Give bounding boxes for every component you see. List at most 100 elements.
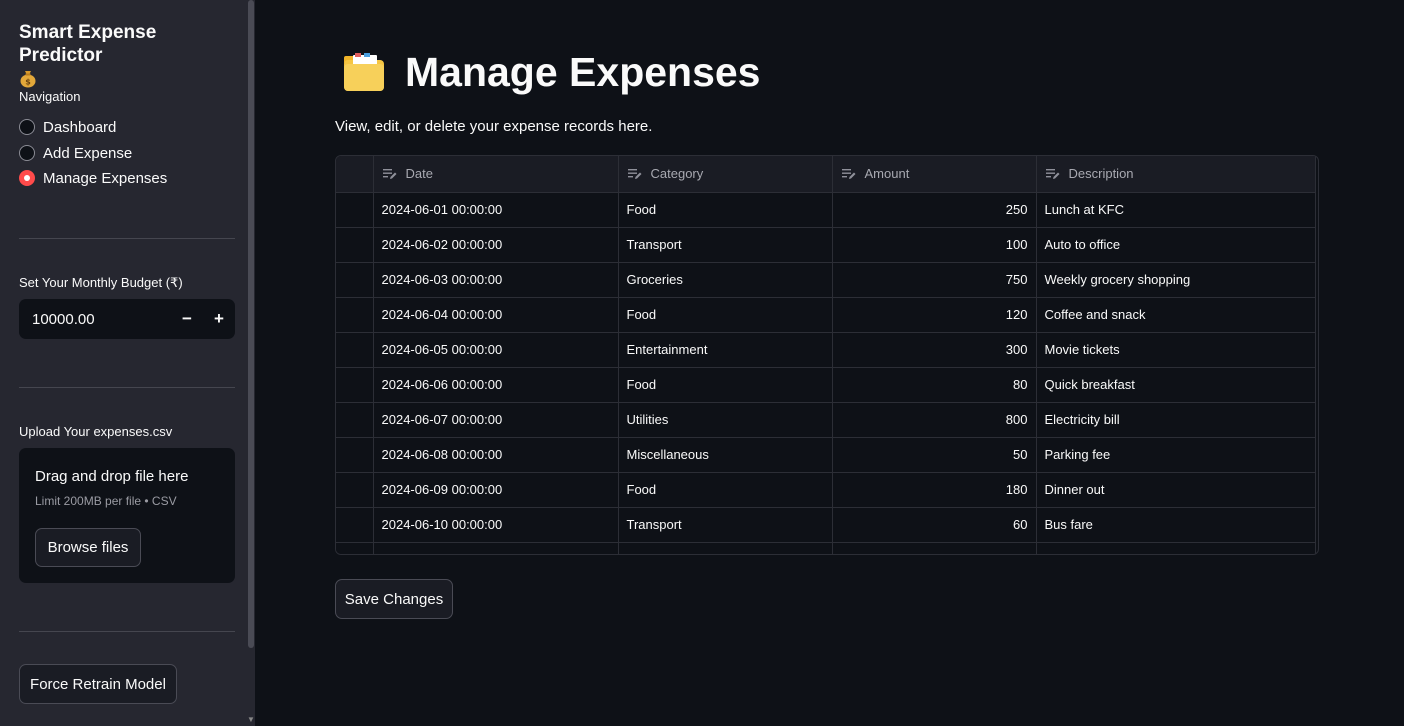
radio-on-icon[interactable] xyxy=(19,170,35,186)
row-index-cell[interactable] xyxy=(336,227,374,263)
amount-cell[interactable]: 800 xyxy=(832,402,1037,438)
amount-cell[interactable]: 750 xyxy=(832,262,1037,298)
dropzone-limit: Limit 200MB per file • CSV xyxy=(35,494,177,508)
amount-cell[interactable] xyxy=(832,542,1037,554)
amount-cell[interactable]: 60 xyxy=(832,507,1037,543)
description-cell[interactable]: Lunch at KFC xyxy=(1036,192,1316,228)
column-header-amount[interactable]: Amount xyxy=(832,156,1037,193)
category-cell[interactable]: Food xyxy=(618,367,833,403)
app-title-text: Smart Expense Predictor xyxy=(19,22,157,66)
date-cell[interactable]: 2024-06-08 00:00:00 xyxy=(373,437,619,473)
description-cell[interactable]: Movie tickets xyxy=(1036,332,1316,368)
row-index-cell[interactable] xyxy=(336,507,374,543)
save-changes-button[interactable]: Save Changes xyxy=(335,579,453,619)
description-cell[interactable]: Dinner out xyxy=(1036,472,1316,508)
app-title: Smart Expense Predictor $ xyxy=(19,21,234,94)
row-index-cell[interactable] xyxy=(336,192,374,228)
scroll-down-arrow-icon[interactable]: ▼ xyxy=(247,716,255,724)
increment-button[interactable]: + xyxy=(203,299,235,339)
column-header-category[interactable]: Category xyxy=(618,156,833,193)
category-cell[interactable]: Miscellaneous xyxy=(618,437,833,473)
nav-add-expense[interactable]: Add Expense xyxy=(19,143,132,163)
table-row[interactable]: 2024-06-03 00:00:00 Groceries 750 Weekly… xyxy=(336,262,1316,298)
date-cell[interactable]: 2024-06-07 00:00:00 xyxy=(373,402,619,438)
column-header-date[interactable]: Date xyxy=(373,156,619,193)
amount-cell[interactable]: 100 xyxy=(832,227,1037,263)
budget-value[interactable]: 10000.00 xyxy=(19,311,171,328)
description-cell[interactable] xyxy=(1036,542,1316,554)
category-cell[interactable]: Food xyxy=(618,192,833,228)
amount-cell[interactable]: 120 xyxy=(832,297,1037,333)
dropzone-text: Drag and drop file here xyxy=(35,468,189,485)
table-row[interactable]: 2024-06-08 00:00:00 Miscellaneous 50 Par… xyxy=(336,437,1316,473)
description-cell[interactable]: Coffee and snack xyxy=(1036,297,1316,333)
column-header-description-label: Description xyxy=(1068,166,1134,182)
amount-cell[interactable]: 80 xyxy=(832,367,1037,403)
expense-data-editor[interactable]: Date Category Amount Description 2024-06… xyxy=(335,155,1319,555)
date-cell[interactable]: 2024-06-09 00:00:00 xyxy=(373,472,619,508)
table-row[interactable]: 2024-06-01 00:00:00 Food 250 Lunch at KF… xyxy=(336,192,1316,228)
date-cell[interactable]: 2024-06-05 00:00:00 xyxy=(373,332,619,368)
force-retrain-button[interactable]: Force Retrain Model xyxy=(19,664,177,704)
category-cell[interactable]: Transport xyxy=(618,507,833,543)
svg-text:$: $ xyxy=(25,78,31,87)
category-cell[interactable]: Food xyxy=(618,297,833,333)
file-folder-icon xyxy=(344,53,384,91)
date-cell[interactable]: 2024-06-01 00:00:00 xyxy=(373,192,619,228)
browse-files-button[interactable]: Browse files xyxy=(35,528,141,567)
sidebar-scrollbar[interactable]: ▼ xyxy=(247,0,255,726)
row-index-cell[interactable] xyxy=(336,262,374,298)
edit-text-icon xyxy=(1045,168,1059,179)
row-index-cell[interactable] xyxy=(336,437,374,473)
date-cell[interactable]: 2024-06-03 00:00:00 xyxy=(373,262,619,298)
nav-dashboard[interactable]: Dashboard xyxy=(19,117,116,137)
date-cell[interactable]: 2024-06-02 00:00:00 xyxy=(373,227,619,263)
edit-text-icon xyxy=(627,168,641,179)
date-cell[interactable]: 2024-06-04 00:00:00 xyxy=(373,297,619,333)
description-cell[interactable]: Auto to office xyxy=(1036,227,1316,263)
amount-cell[interactable]: 250 xyxy=(832,192,1037,228)
category-cell[interactable]: Utilities xyxy=(618,402,833,438)
table-row[interactable]: 2024-06-10 00:00:00 Transport 60 Bus far… xyxy=(336,507,1316,543)
description-cell[interactable]: Bus fare xyxy=(1036,507,1316,543)
table-row[interactable]: 2024-06-09 00:00:00 Food 180 Dinner out xyxy=(336,472,1316,508)
category-cell[interactable] xyxy=(618,542,833,554)
nav-manage-expenses-label: Manage Expenses xyxy=(43,169,168,187)
table-row[interactable]: 2024-06-04 00:00:00 Food 120 Coffee and … xyxy=(336,297,1316,333)
budget-number-input[interactable]: 10000.00 − + xyxy=(19,299,235,339)
row-index-cell[interactable] xyxy=(336,472,374,508)
nav-manage-expenses[interactable]: Manage Expenses xyxy=(19,168,167,188)
amount-cell[interactable]: 180 xyxy=(832,472,1037,508)
radio-off-icon[interactable] xyxy=(19,119,35,135)
row-index-cell[interactable] xyxy=(336,367,374,403)
row-index-cell[interactable] xyxy=(336,542,374,554)
table-row[interactable]: 2024-06-05 00:00:00 Entertainment 300 Mo… xyxy=(336,332,1316,368)
row-index-cell[interactable] xyxy=(336,297,374,333)
file-dropzone[interactable]: Drag and drop file here Limit 200MB per … xyxy=(19,448,235,583)
nav-dashboard-label: Dashboard xyxy=(43,118,117,136)
date-cell[interactable]: 2024-06-06 00:00:00 xyxy=(373,367,619,403)
amount-cell[interactable]: 300 xyxy=(832,332,1037,368)
table-row[interactable]: 2024-06-07 00:00:00 Utilities 800 Electr… xyxy=(336,402,1316,438)
description-cell[interactable]: Quick breakfast xyxy=(1036,367,1316,403)
category-cell[interactable]: Food xyxy=(618,472,833,508)
row-index-cell[interactable] xyxy=(336,402,374,438)
category-cell[interactable]: Entertainment xyxy=(618,332,833,368)
table-row[interactable]: 2024-06-02 00:00:00 Transport 100 Auto t… xyxy=(336,227,1316,263)
expense-table[interactable]: Date Category Amount Description 2024-06… xyxy=(336,156,1316,554)
radio-off-icon[interactable] xyxy=(19,145,35,161)
table-row[interactable]: 2024-06-06 00:00:00 Food 80 Quick breakf… xyxy=(336,367,1316,403)
description-cell[interactable]: Electricity bill xyxy=(1036,402,1316,438)
table-row-partial[interactable] xyxy=(336,542,1316,554)
decrement-button[interactable]: − xyxy=(171,299,203,339)
category-cell[interactable]: Groceries xyxy=(618,262,833,298)
description-cell[interactable]: Weekly grocery shopping xyxy=(1036,262,1316,298)
category-cell[interactable]: Transport xyxy=(618,227,833,263)
date-cell[interactable] xyxy=(373,542,619,554)
column-header-description[interactable]: Description xyxy=(1036,156,1316,193)
date-cell[interactable]: 2024-06-10 00:00:00 xyxy=(373,507,619,543)
scrollbar-thumb[interactable] xyxy=(248,0,254,648)
amount-cell[interactable]: 50 xyxy=(832,437,1037,473)
description-cell[interactable]: Parking fee xyxy=(1036,437,1316,473)
row-index-cell[interactable] xyxy=(336,332,374,368)
